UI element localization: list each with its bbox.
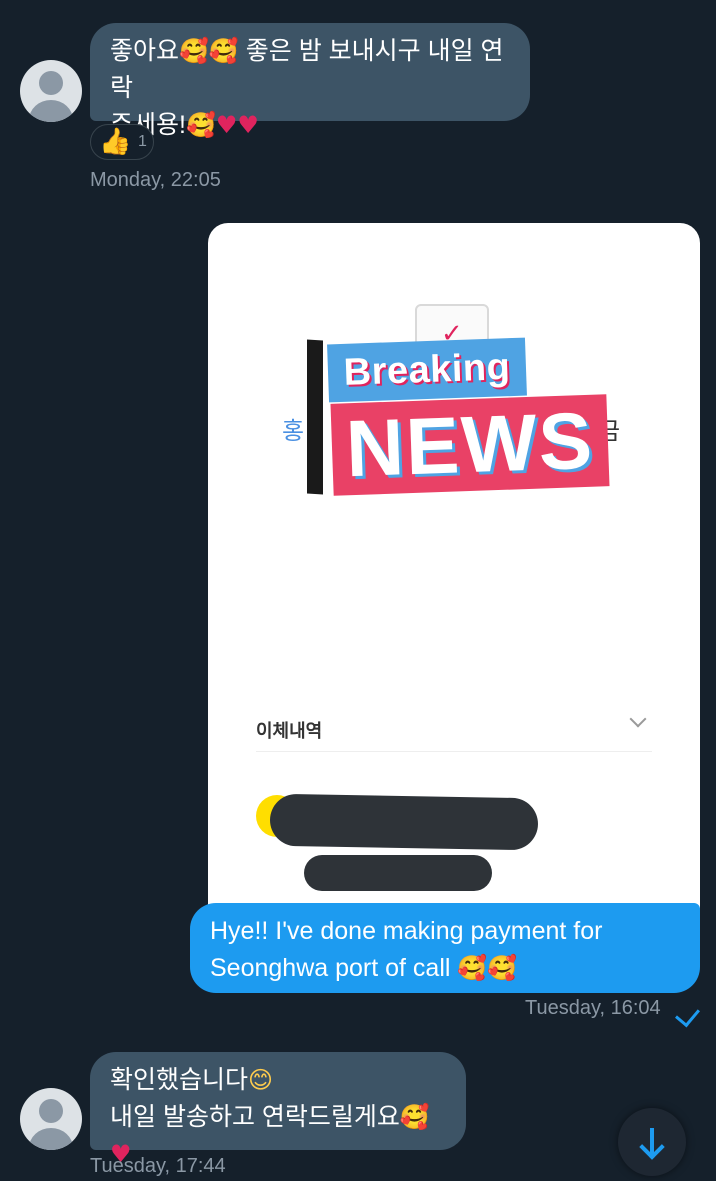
- divider: [256, 751, 652, 752]
- avatar[interactable]: [20, 60, 82, 122]
- outgoing-message-bubble[interactable]: Hye!! I've done making payment for Seong…: [190, 903, 700, 993]
- smiling-hearts-icon: 🥰: [487, 954, 518, 982]
- reaction-badge[interactable]: 👍 1: [90, 124, 154, 160]
- attached-image[interactable]: ✓ 홍 금 Breaking NEWS 이체내역: [208, 223, 700, 923]
- heart-icon: ♥: [215, 111, 238, 139]
- incoming-message-bubble[interactable]: 좋아요🥰🥰 좋은 밤 보내시구 내일 연락 주세용!🥰♥♥: [90, 23, 530, 139]
- message-text: 확인했습니다: [110, 1066, 249, 1094]
- smiling-hearts-icon: 🥰: [185, 111, 216, 139]
- chevron-down-icon: [629, 710, 647, 728]
- message-timestamp: Tuesday, 16:04: [525, 997, 661, 1019]
- heart-icon: ♥: [237, 111, 259, 139]
- thumbs-up-icon: 👍: [99, 127, 132, 157]
- message-text: Hye!! I've done making payment for: [210, 917, 603, 945]
- message-text: Seonghwa port of call: [210, 954, 451, 982]
- reaction-count: 1: [138, 133, 147, 150]
- smiling-hearts-icon: 🥰: [179, 37, 209, 65]
- transfer-history-label: 이체내역: [256, 721, 323, 741]
- breaking-text: Breaking: [342, 345, 511, 394]
- news-text: NEWS: [344, 395, 596, 494]
- avatar[interactable]: [20, 1088, 82, 1150]
- smiling-face-icon: 😊: [248, 1066, 274, 1094]
- redaction-mark: [304, 855, 492, 891]
- message-text: 좋아요: [110, 37, 180, 65]
- news-sticker: NEWS: [330, 394, 610, 496]
- smiling-hearts-icon: 🥰: [457, 954, 488, 982]
- scroll-to-bottom-button[interactable]: [618, 1108, 686, 1176]
- sent-check-icon: [675, 1001, 700, 1028]
- breaking-sticker: Breaking: [327, 337, 527, 403]
- sticker-pole: [307, 339, 323, 495]
- redaction-mark: [269, 793, 539, 851]
- smiling-hearts-icon: 🥰: [208, 37, 239, 65]
- message-timestamp: Monday, 22:05: [90, 169, 221, 191]
- image-text: 홍: [282, 418, 305, 445]
- message-text: 내일 발송하고 연락드릴게요: [110, 1103, 400, 1131]
- arrow-down-icon: [639, 1134, 665, 1160]
- smiling-hearts-icon: 🥰: [399, 1103, 430, 1131]
- dm-conversation: 좋아요🥰🥰 좋은 밤 보내시구 내일 연락 주세용!🥰♥♥ 👍 1 Monday…: [0, 0, 716, 1181]
- message-timestamp: Tuesday, 17:44: [90, 1155, 226, 1177]
- incoming-message-bubble[interactable]: 확인했습니다😊 내일 발송하고 연락드릴게요🥰♥: [90, 1052, 466, 1168]
